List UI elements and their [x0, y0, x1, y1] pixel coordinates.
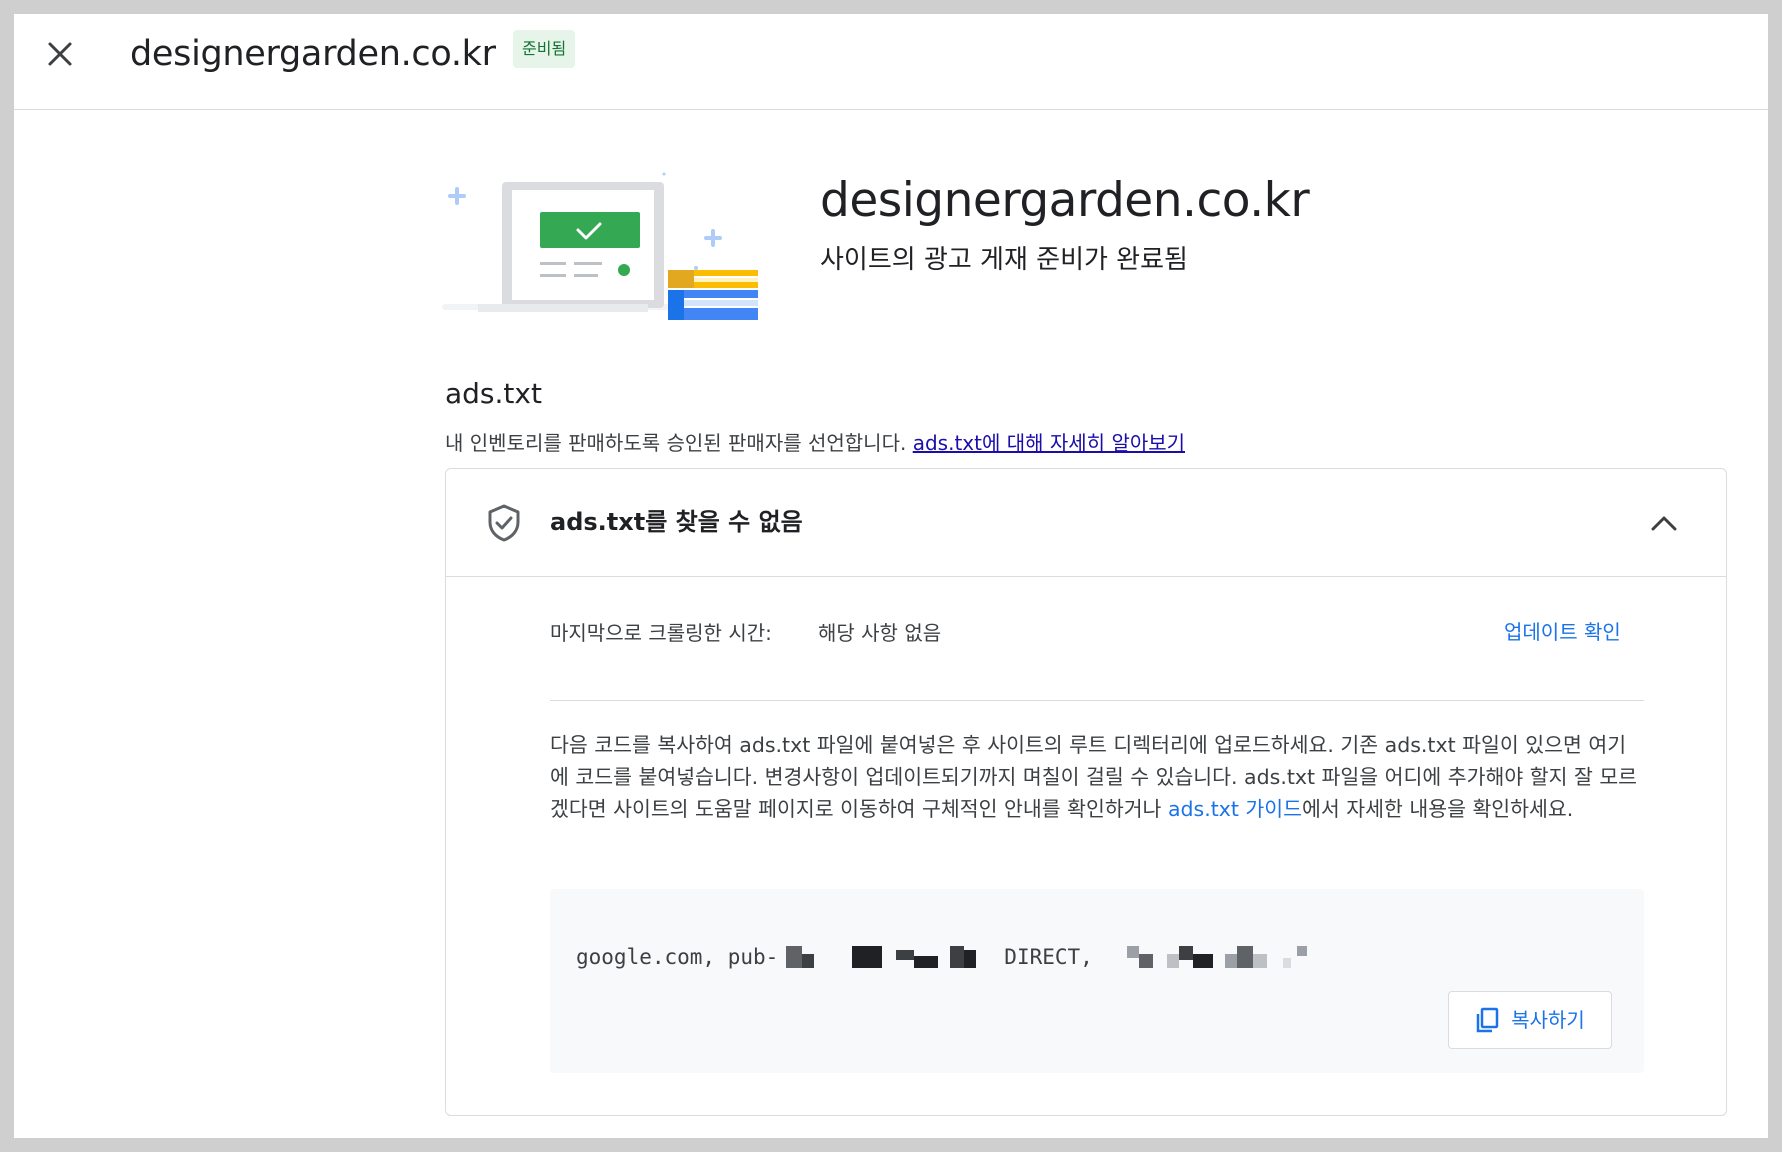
close-icon — [48, 42, 72, 66]
copy-button-label: 복사하기 — [1511, 1008, 1585, 1032]
ads-txt-panel: ads.txt를 찾을 수 없음 마지막으로 크롤링한 시간: 해당 사항 없음… — [445, 468, 1727, 1116]
site-status-message: 사이트의 광고 게재 준비가 완료됨 — [820, 245, 1188, 275]
copy-icon — [1476, 1007, 1499, 1033]
redacted-publisher-id — [786, 946, 982, 968]
code-prefix: google.com, pub- — [576, 945, 779, 969]
ads-txt-status-title: ads.txt를 찾을 수 없음 — [550, 508, 803, 536]
top-bar: designergarden.co.kr 준비됨 — [14, 14, 1768, 110]
chevron-up-icon[interactable] — [1648, 507, 1680, 539]
site-name: designergarden.co.kr — [820, 173, 1310, 228]
ads-txt-panel-header[interactable]: ads.txt를 찾을 수 없음 — [446, 469, 1726, 577]
section-description: 내 인벤토리를 판매하도록 승인된 판매자를 선언합니다. ads.txt에 대… — [445, 428, 1185, 458]
ads-txt-guide-link[interactable]: ads.txt 가이드 — [1168, 797, 1302, 821]
copy-button[interactable]: 복사하기 — [1448, 991, 1612, 1049]
instructions-text-end: 에서 자세한 내용을 확인하세요. — [1302, 797, 1574, 821]
ads-txt-code-box: google.com, pub- DIRECT, 복사하기 — [550, 889, 1644, 1073]
section-description-text: 내 인벤토리를 판매하도록 승인된 판매자를 선언합니다. — [445, 431, 907, 455]
divider — [550, 700, 1644, 701]
last-crawl-label: 마지막으로 크롤링한 시간: — [550, 621, 772, 645]
close-button[interactable] — [40, 34, 80, 74]
last-crawl-value: 해당 사항 없음 — [818, 621, 942, 645]
ads-site-detail-window: designergarden.co.kr 준비됨 designergarden.… — [14, 14, 1768, 1138]
check-update-link[interactable]: 업데이트 확인 — [1504, 617, 1621, 647]
learn-more-link[interactable]: ads.txt에 대해 자세히 알아보기 — [913, 431, 1185, 455]
ads-txt-instructions: 다음 코드를 복사하여 ads.txt 파일에 붙여넣은 후 사이트의 루트 디… — [550, 729, 1644, 825]
redacted-certification-id — [1126, 946, 1327, 968]
ads-txt-code-line: google.com, pub- DIRECT, — [576, 941, 1327, 973]
shield-check-icon — [488, 504, 520, 542]
status-badge: 준비됨 — [513, 30, 576, 68]
code-relationship: DIRECT, — [1004, 945, 1093, 969]
section-title-ads-txt: ads.txt — [445, 377, 542, 410]
site-ready-illustration — [442, 172, 758, 320]
page-title: designergarden.co.kr — [130, 34, 496, 74]
